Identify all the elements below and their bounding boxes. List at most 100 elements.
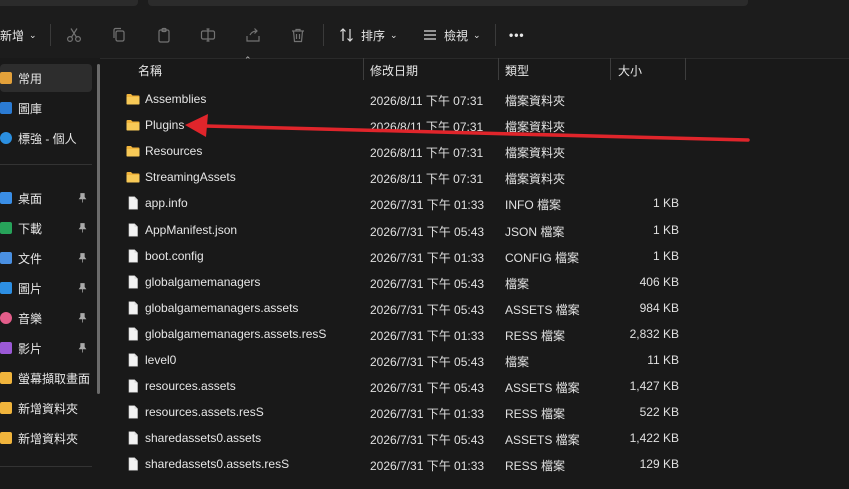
- share-button[interactable]: [245, 22, 261, 48]
- toolbar-divider: [495, 24, 496, 46]
- delete-button[interactable]: [290, 22, 306, 48]
- file-name-cell[interactable]: AppManifest.json: [126, 223, 237, 237]
- column-header-modified[interactable]: 修改日期: [370, 62, 418, 79]
- file-size-cell: 1 KB: [652, 196, 679, 211]
- file-name-cell[interactable]: StreamingAssets: [126, 170, 236, 184]
- table-row[interactable]: Plugins 2026/8/11 下午 07:31 檔案資料夾: [108, 112, 849, 138]
- sidebar-item-onedrive[interactable]: 標強 - 個人: [0, 124, 92, 152]
- table-row[interactable]: StreamingAssets 2026/8/11 下午 07:31 檔案資料夾: [108, 164, 849, 190]
- column-header-size[interactable]: 大小: [618, 62, 642, 79]
- table-row[interactable]: sharedassets0.assets.resS 2026/7/31 下午 01…: [108, 451, 849, 477]
- file-name-cell[interactable]: sharedassets0.assets: [126, 431, 261, 445]
- column-header-type[interactable]: 類型: [505, 62, 529, 79]
- pin-icon[interactable]: [78, 313, 87, 323]
- sidebar-divider: [0, 164, 92, 165]
- pictures-icon: [0, 282, 12, 294]
- chevron-down-icon: ⌄: [29, 29, 37, 40]
- toolbar-divider: [50, 24, 51, 46]
- file-type-cell: RESS 檔案: [505, 459, 566, 474]
- column-divider[interactable]: [610, 58, 611, 80]
- table-row[interactable]: level0 2026/7/31 下午 05:43 檔案 11 KB: [108, 347, 849, 373]
- sidebar-item-documents[interactable]: 文件: [0, 244, 92, 272]
- cloud-icon: [0, 132, 12, 144]
- sidebar-item-music[interactable]: 音樂: [0, 304, 92, 332]
- table-row[interactable]: globalgamemanagers.assets 2026/7/31 下午 05…: [108, 295, 849, 321]
- column-divider[interactable]: [363, 58, 364, 80]
- folder-icon: [0, 402, 12, 414]
- sidebar-item-downloads[interactable]: 下載: [0, 214, 92, 242]
- file-name-cell[interactable]: Assemblies: [126, 92, 206, 106]
- file-name-cell[interactable]: resources.assets: [126, 379, 236, 393]
- sidebar-item-new-folder[interactable]: 新增資料夾: [0, 424, 92, 452]
- sidebar-item-videos[interactable]: 影片: [0, 334, 92, 362]
- download-icon: [0, 222, 12, 234]
- file-name-cell[interactable]: boot.config: [126, 249, 204, 263]
- pin-icon[interactable]: [78, 283, 87, 293]
- file-name: Plugins: [145, 118, 185, 133]
- table-row[interactable]: Resources 2026/8/11 下午 07:31 檔案資料夾: [108, 138, 849, 164]
- sidebar-scrollbar[interactable]: [97, 64, 100, 394]
- pin-icon[interactable]: [78, 223, 87, 233]
- pin-icon[interactable]: [78, 193, 87, 203]
- table-row[interactable]: sharedassets0.assets 2026/7/31 下午 05:43 AS…: [108, 425, 849, 451]
- column-header-row: ⌃ 名稱 修改日期 類型 大小: [108, 55, 849, 80]
- view-button[interactable]: 檢視 ⌄: [422, 22, 481, 48]
- sidebar-item-desktop[interactable]: 桌面: [0, 184, 92, 212]
- table-row[interactable]: boot.config 2026/7/31 下午 01:33 CONFIG 檔案 1 …: [108, 243, 849, 269]
- file-name-cell[interactable]: globalgamemanagers.assets.resS: [126, 327, 326, 341]
- file-icon: [126, 431, 140, 445]
- more-icon: •••: [509, 28, 525, 42]
- sort-button[interactable]: 排序 ⌄: [339, 22, 398, 48]
- date-modified-cell: 2026/8/11 下午 07:31: [370, 172, 484, 187]
- column-divider[interactable]: [498, 58, 499, 80]
- pin-icon[interactable]: [78, 253, 87, 263]
- file-name-cell[interactable]: app.info: [126, 196, 188, 210]
- address-bar-edge: [148, 0, 748, 6]
- rename-icon: [200, 28, 216, 42]
- command-bar: 新增 ⌄ 排序 ⌄ 檢視 ⌄ •••: [0, 10, 849, 59]
- table-row[interactable]: resources.assets 2026/7/31 下午 05:43 ASSETS…: [108, 373, 849, 399]
- sidebar-item-pictures[interactable]: 圖片: [0, 274, 92, 302]
- more-options-button[interactable]: •••: [509, 22, 525, 48]
- table-row[interactable]: globalgamemanagers 2026/7/31 下午 05:43 檔案 40…: [108, 269, 849, 295]
- file-type-cell: 檔案資料夾: [505, 146, 566, 161]
- video-icon: [0, 342, 12, 354]
- column-header-name[interactable]: 名稱: [138, 62, 162, 79]
- sidebar-item-new-folder[interactable]: 新增資料夾: [0, 394, 92, 422]
- file-name-cell[interactable]: level0: [126, 353, 176, 367]
- window-top-strip: [0, 0, 849, 10]
- file-name-cell[interactable]: resources.assets.resS: [126, 405, 264, 419]
- sidebar-item-home[interactable]: 常用: [0, 64, 92, 92]
- file-name-cell[interactable]: Resources: [126, 144, 202, 158]
- pin-icon[interactable]: [78, 343, 87, 353]
- file-name: globalgamemanagers.assets: [145, 300, 299, 315]
- cut-button[interactable]: [66, 22, 82, 48]
- file-icon: [126, 223, 140, 237]
- file-name-cell[interactable]: Plugins: [126, 118, 184, 132]
- file-icon: [126, 301, 140, 315]
- table-row[interactable]: resources.assets.resS 2026/7/31 下午 01:33 R…: [108, 399, 849, 425]
- file-name-cell[interactable]: globalgamemanagers.assets: [126, 301, 298, 315]
- new-button[interactable]: 新增 ⌄: [0, 22, 37, 48]
- copy-icon: [113, 27, 125, 42]
- paste-button[interactable]: [156, 22, 172, 48]
- file-type-cell: RESS 檔案: [505, 328, 566, 343]
- file-name-cell[interactable]: sharedassets0.assets.resS: [126, 457, 289, 471]
- file-size-cell: 1 KB: [652, 248, 679, 263]
- sidebar-divider: [0, 466, 92, 467]
- file-size-cell: 1 KB: [652, 222, 679, 237]
- table-row[interactable]: app.info 2026/7/31 下午 01:33 INFO 檔案 1 KB: [108, 190, 849, 216]
- table-row[interactable]: Assemblies 2026/8/11 下午 07:31 檔案資料夾: [108, 86, 849, 112]
- table-row[interactable]: globalgamemanagers.assets.resS 2026/7/31 …: [108, 321, 849, 347]
- file-name-cell[interactable]: globalgamemanagers: [126, 275, 260, 289]
- music-icon: [0, 312, 12, 324]
- sidebar-item-gallery[interactable]: 圖庫: [0, 94, 92, 122]
- file-name: globalgamemanagers.assets.resS: [145, 326, 327, 341]
- sidebar-item-screenshots[interactable]: 螢幕擷取畫面: [0, 364, 92, 392]
- column-divider[interactable]: [685, 58, 686, 80]
- sidebar-item-label: 圖片: [18, 281, 43, 296]
- date-modified-cell: 2026/7/31 下午 01:33: [370, 198, 485, 213]
- rename-button[interactable]: [200, 22, 216, 48]
- copy-button[interactable]: [111, 22, 127, 48]
- table-row[interactable]: AppManifest.json 2026/7/31 下午 05:43 JSON 檔…: [108, 217, 849, 243]
